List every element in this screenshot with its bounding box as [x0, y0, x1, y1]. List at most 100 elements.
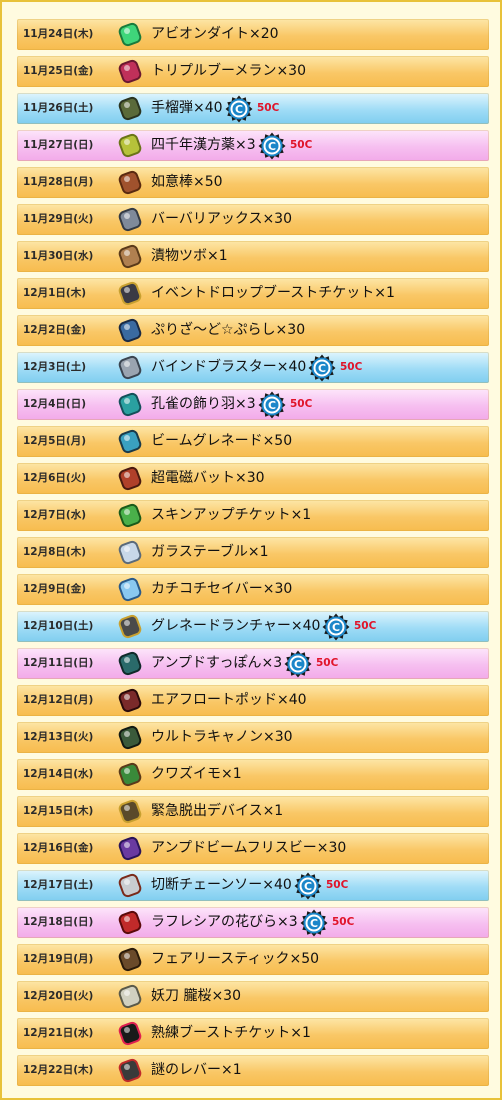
launcher-icon	[115, 612, 145, 641]
row-item-name: ガラステーブル×1	[151, 544, 269, 560]
svg-text:C: C	[235, 103, 243, 116]
row-date: 12月3日(土)	[23, 361, 87, 373]
staff-icon	[115, 168, 145, 197]
chainsaw-icon	[115, 871, 145, 900]
row-price: 50C	[316, 657, 339, 669]
row-item-name: 超電磁バット×30	[151, 470, 265, 486]
row-item-name: バーバリアックス×30	[151, 211, 292, 227]
schedule-row: 11月27日(日) 四千年漢方薬×3 C 50C	[17, 130, 489, 161]
row-date: 12月7日(水)	[23, 509, 87, 521]
row-item-name: イベントドロップブーストチケット×1	[151, 285, 395, 301]
row-date: 12月2日(金)	[23, 324, 87, 336]
herb-medicine-icon	[115, 131, 145, 160]
svg-text:C: C	[268, 140, 276, 153]
saber-icon	[115, 575, 145, 604]
schedule-row: 11月26日(土) 手榴弾×40 C 50C	[17, 93, 489, 124]
schedule-row: 12月12日(月) エアフロートポッド×40	[17, 685, 489, 716]
schedule-row: 12月18日(日) ラフレシアの花びら×3 C 50C	[17, 907, 489, 938]
schedule-row: 12月22日(木) 謎のレバー×1	[17, 1055, 489, 1086]
schedule-row: 12月10日(土) グレネードランチャー×40 C 50C	[17, 611, 489, 642]
plant-icon	[115, 760, 145, 789]
schedule-row: 11月28日(月) 如意棒×50	[17, 167, 489, 198]
device-icon	[115, 797, 145, 826]
row-date: 11月25日(金)	[23, 65, 94, 77]
coin-icon: C	[322, 613, 350, 641]
row-date: 12月15日(木)	[23, 805, 94, 817]
schedule-row: 12月7日(水) スキンアップチケット×1	[17, 500, 489, 531]
row-item-name: 如意棒×50	[151, 174, 223, 190]
schedule-row: 11月30日(水) 漬物ツボ×1	[17, 241, 489, 272]
row-item-name: アンプドすっぽん×3	[151, 655, 283, 671]
turtle-icon	[115, 649, 145, 678]
schedule-row: 12月1日(木) イベントドロップブーストチケット×1	[17, 278, 489, 309]
schedule-row: 12月15日(木) 緊急脱出デバイス×1	[17, 796, 489, 827]
row-date: 12月10日(土)	[23, 620, 94, 632]
row-item-name: 切断チェーンソー×40	[151, 877, 292, 893]
row-price: 50C	[340, 361, 363, 373]
row-item-name: 漬物ツボ×1	[151, 248, 228, 264]
frisbee-icon	[115, 834, 145, 863]
row-date: 11月26日(土)	[23, 102, 94, 114]
schedule-row: 12月16日(金) アンプドビームフリスビー×30	[17, 833, 489, 864]
schedule-row: 12月11日(日) アンプドすっぽん×3 C 50C	[17, 648, 489, 679]
row-item-name: カチコチセイバー×30	[151, 581, 293, 597]
coin-icon: C	[284, 650, 312, 678]
coin-icon: C	[258, 132, 286, 160]
row-date: 12月18日(日)	[23, 916, 94, 928]
row-item-name: アビオンダイト×20	[151, 26, 279, 42]
row-date: 12月8日(木)	[23, 546, 87, 558]
row-item-name: バインドブラスター×40	[151, 359, 307, 375]
row-date: 12月16日(金)	[23, 842, 94, 854]
row-date: 12月6日(火)	[23, 472, 87, 484]
coin-icon: C	[308, 354, 336, 382]
svg-text:C: C	[310, 917, 318, 930]
row-item-name: グレネードランチャー×40	[151, 618, 321, 634]
schedule-row: 11月29日(火) バーバリアックス×30	[17, 204, 489, 235]
svg-text:C: C	[304, 880, 312, 893]
row-price: 50C	[326, 879, 349, 891]
row-date: 11月28日(月)	[23, 176, 94, 188]
row-date: 12月14日(水)	[23, 768, 94, 780]
daily-item-list: 11月24日(木) アビオンダイト×20 11月25日(金) トリプルブーメラン×30…	[17, 19, 489, 1092]
coin-icon: C	[225, 95, 253, 123]
row-item-name: トリプルブーメラン×30	[151, 63, 306, 79]
row-date: 12月1日(木)	[23, 287, 87, 299]
row-price: 50C	[354, 620, 377, 632]
coin-icon: C	[300, 909, 328, 937]
row-date: 11月24日(木)	[23, 28, 94, 40]
row-date: 12月13日(火)	[23, 731, 94, 743]
schedule-row: 12月5日(月) ビームグレネード×50	[17, 426, 489, 457]
blaster-icon	[115, 353, 145, 382]
row-date: 12月17日(土)	[23, 879, 94, 891]
row-item-name: アンプドビームフリスビー×30	[151, 840, 347, 856]
schedule-row: 12月14日(水) クワズイモ×1	[17, 759, 489, 790]
coin-icon: C	[294, 872, 322, 900]
row-price: 50C	[332, 916, 355, 928]
schedule-row: 12月20日(火) 妖刀 朧桜×30	[17, 981, 489, 1012]
schedule-row: 12月3日(土) バインドブラスター×40 C 50C	[17, 352, 489, 383]
schedule-row: 12月17日(土) 切断チェーンソー×40 C 50C	[17, 870, 489, 901]
row-date: 11月29日(火)	[23, 213, 94, 225]
row-item-name: 孔雀の飾り羽×3	[151, 396, 256, 412]
petal-icon	[115, 908, 145, 937]
row-item-name: 手榴弾×40	[151, 100, 223, 116]
row-item-name: ラフレシアの花びら×3	[151, 914, 298, 930]
row-price: 50C	[290, 139, 313, 151]
coin-icon: C	[258, 391, 286, 419]
row-date: 12月21日(水)	[23, 1027, 94, 1039]
schedule-row: 12月13日(火) ウルトラキャノン×30	[17, 722, 489, 753]
row-date: 12月9日(金)	[23, 583, 87, 595]
row-price: 50C	[290, 398, 313, 410]
row-date: 12月22日(木)	[23, 1064, 94, 1076]
row-date: 12月5日(月)	[23, 435, 87, 447]
svg-text:C: C	[318, 362, 326, 375]
row-item-name: ぷりざ～ど☆ぷらし×30	[151, 322, 306, 338]
pod-icon	[115, 686, 145, 715]
row-item-name: 妖刀 朧桜×30	[151, 988, 241, 1004]
ticket-icon	[115, 279, 145, 308]
row-price: 50C	[257, 102, 280, 114]
row-item-name: 熟練ブーストチケット×1	[151, 1025, 311, 1041]
katana-icon	[115, 982, 145, 1011]
brush-icon	[115, 316, 145, 345]
row-item-name: 緊急脱出デバイス×1	[151, 803, 284, 819]
